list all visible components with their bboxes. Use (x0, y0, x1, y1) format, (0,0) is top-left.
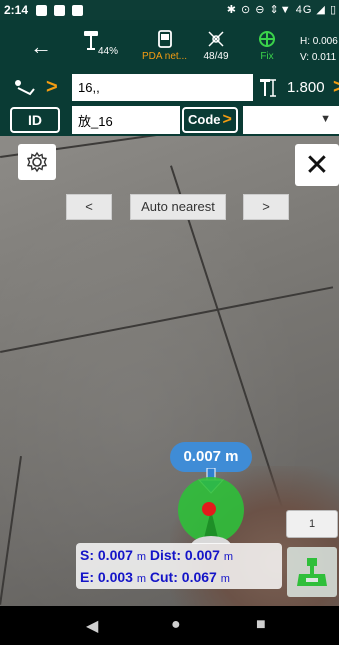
pda-network-label: PDA net... (141, 51, 188, 62)
code-button[interactable]: Code > (182, 107, 238, 133)
dropdown-arrow-icon: ▼ (320, 113, 331, 125)
notification-icon (54, 5, 65, 16)
antenna-height[interactable]: 1.800 (287, 79, 325, 96)
crosshair-icon (259, 31, 275, 47)
satellite-icon (208, 31, 224, 47)
nav-back-icon[interactable]: ◀ (86, 616, 98, 636)
point-name-input[interactable] (72, 74, 253, 101)
gear-icon (26, 151, 48, 173)
e-label: E: (80, 569, 94, 585)
tile-seam (0, 456, 22, 605)
e-value: 0.003 (97, 569, 133, 585)
next-point-button[interactable]: > (243, 194, 289, 220)
s-value: 0.007 (97, 547, 133, 563)
antenna-battery: 44% (98, 46, 119, 57)
close-button[interactable]: ✕ (295, 144, 339, 186)
stake-measure-icon (297, 558, 327, 586)
fix-label: Fix (260, 51, 274, 62)
h-precision: H: 0.006 (300, 36, 338, 47)
point-row: > 1.800 > (0, 72, 339, 104)
dist-unit: m (223, 551, 234, 563)
system-nav-bar: ◀ ● ■ (0, 606, 339, 645)
fix-status[interactable]: Fix (252, 30, 282, 62)
readout-line-1: S: 0.007 m Dist: 0.007 m (80, 545, 282, 567)
id-input[interactable] (72, 106, 180, 134)
pda-network-status[interactable]: PDA net... (137, 30, 192, 62)
stakeout-readout: S: 0.007 m Dist: 0.007 m E: 0.003 m Cut:… (76, 543, 282, 589)
e-unit: m (136, 573, 146, 585)
stake-measure-button[interactable] (287, 547, 337, 597)
notification-icon (36, 5, 47, 16)
status-time: 2:14 (4, 3, 29, 17)
tile-seam (0, 286, 334, 353)
precision-readout: H: 0.006 V: 0.011 (300, 34, 338, 66)
point-count-badge[interactable]: 1 (286, 510, 338, 538)
id-button[interactable]: ID (10, 107, 60, 133)
back-arrow-icon[interactable]: ← (30, 34, 52, 60)
readout-line-2: E: 0.003 m Cut: 0.067 m (80, 567, 282, 589)
settings-button[interactable] (18, 144, 56, 180)
code-select[interactable]: ▼ (243, 106, 339, 134)
s-unit: m (136, 551, 146, 563)
nav-recents-icon[interactable]: ■ (256, 616, 266, 634)
id-code-row: ID Code> ▼ (0, 104, 339, 136)
cut-label: Cut: (149, 569, 178, 585)
pole-height-icon[interactable] (258, 78, 278, 98)
previous-point-button[interactable]: < (66, 194, 112, 220)
top-toolbar: ← 44% PDA net... 48/49 Fix H: 0.006 V: 0… (0, 20, 339, 72)
chevron-right-icon: > (222, 111, 232, 128)
nav-home-icon[interactable]: ● (171, 616, 181, 634)
close-icon: ✕ (304, 148, 330, 182)
v-precision: V: 0.011 (300, 52, 337, 63)
dist-value: 0.007 (184, 547, 220, 563)
notification-icon (72, 5, 83, 16)
dist-label: Dist: (149, 547, 182, 563)
cut-value: 0.067 (181, 569, 217, 585)
target-marker (178, 477, 244, 544)
cut-unit: m (220, 573, 230, 585)
receiver-antenna-icon[interactable] (83, 30, 99, 52)
status-indicators: ✱ ⊙ ⊖ ⇕▼ 4G ◢ ▯ (226, 4, 337, 16)
stakeout-icon[interactable] (14, 78, 36, 98)
camera-view: ✕ < Auto nearest > 0.007 m 1 S: 0.007 m … (0, 136, 339, 606)
satellite-count: 48/49 (203, 51, 229, 62)
pda-network-icon (157, 30, 172, 48)
chevron-right-icon[interactable]: > (333, 76, 339, 99)
s-label: S: (80, 547, 94, 563)
code-label: Code (188, 112, 221, 127)
chevron-right-icon[interactable]: > (46, 76, 58, 99)
auto-nearest-button[interactable]: Auto nearest (130, 194, 226, 220)
status-bar: 2:14 ✱ ⊙ ⊖ ⇕▼ 4G ◢ ▯ (0, 0, 339, 20)
satellite-status[interactable]: 48/49 (198, 30, 234, 62)
